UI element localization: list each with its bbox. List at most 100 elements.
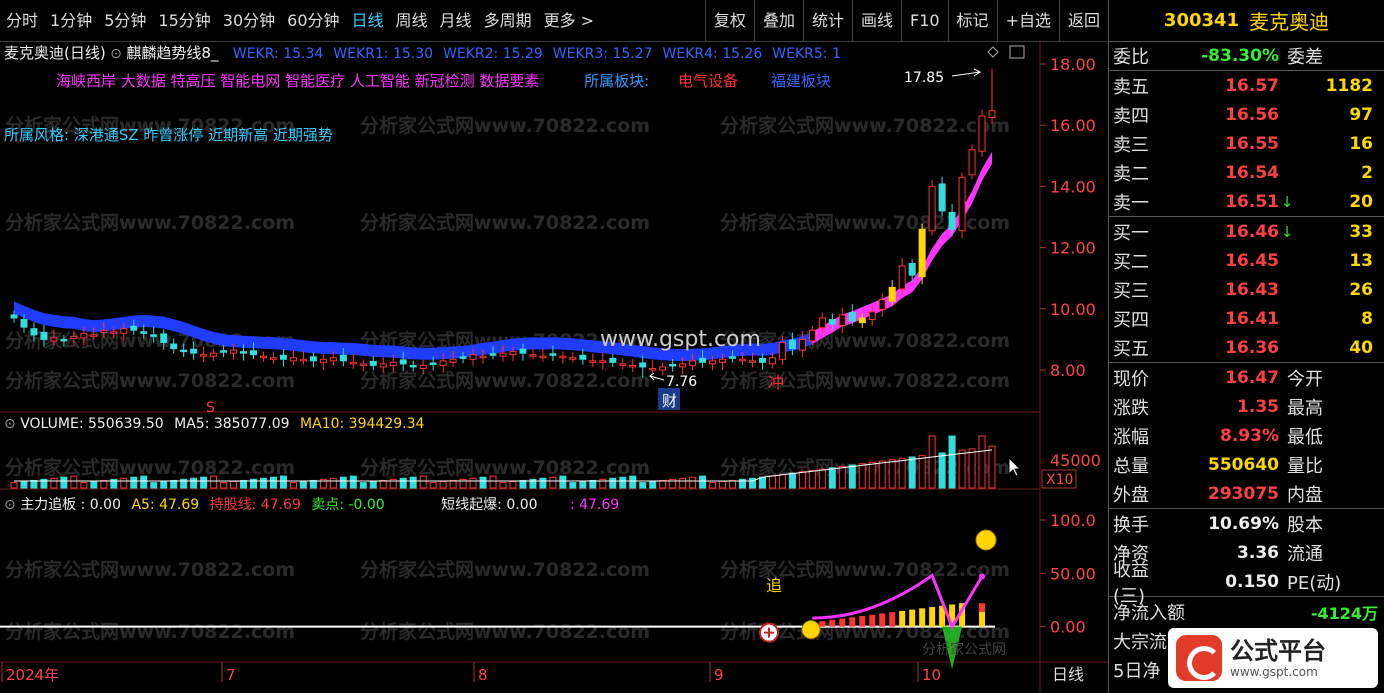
candle-body xyxy=(240,351,248,354)
watermark-text: 分析家公式网www.70822.com xyxy=(360,456,650,479)
timeframe-tab-2[interactable]: 5分钟 xyxy=(98,0,152,42)
volume-header: ⊙ VOLUME: 550639.50 MA5: 385077.09 MA10:… xyxy=(4,416,424,432)
timeframe-tab-1[interactable]: 1分钟 xyxy=(44,0,98,42)
volume-bar xyxy=(868,461,876,489)
watermark-text: 分析家公式网www.70822.com xyxy=(5,620,295,643)
concept-tags: 海峡西岸 大数据 特高压 智能电网 智能医疗 人工智能 新冠检测 数据要素 xyxy=(56,72,540,90)
volume-bar xyxy=(489,475,497,489)
sell-row-volume: 16 xyxy=(1349,133,1373,154)
tool-button-6[interactable]: +自选 xyxy=(996,0,1059,42)
quote-row-label: 总量 xyxy=(1113,455,1149,477)
candle-body xyxy=(599,360,607,363)
volume-bar xyxy=(160,481,168,489)
tool-button-4[interactable]: F10 xyxy=(900,0,948,42)
indicator-name: 麒麟趋势线8_ xyxy=(126,44,219,62)
candle-body xyxy=(858,317,866,324)
sell-row-2: 卖三 16.55 16 xyxy=(1109,129,1384,158)
timeframe-tab-10[interactable]: 更多 > xyxy=(538,0,601,42)
buy-row-volume: 8 xyxy=(1361,308,1373,329)
timeframe-tab-6[interactable]: 日线 xyxy=(346,0,390,42)
sell-row-4: 卖一 16.51 ↓ 20 xyxy=(1109,187,1384,216)
volume-bar xyxy=(439,481,447,489)
candle-body xyxy=(200,354,208,357)
timeframe-tab-3[interactable]: 15分钟 xyxy=(152,0,216,42)
candle-body xyxy=(329,357,337,362)
candle-body xyxy=(519,348,527,354)
volume-bar xyxy=(289,482,297,489)
sector-label: 所属板块: xyxy=(584,72,650,90)
volume-bar xyxy=(190,477,198,489)
volume-bar xyxy=(100,479,108,489)
candle-body xyxy=(349,361,357,365)
candle-body xyxy=(808,329,816,342)
indicator-bar xyxy=(899,610,906,627)
fund-row-value: 3.36 xyxy=(1237,542,1279,563)
volume-bar xyxy=(200,476,208,489)
weibi-label: 委比 xyxy=(1113,47,1149,68)
tool-button-2[interactable]: 统计 xyxy=(802,0,852,42)
tool-button-7[interactable]: 返回 xyxy=(1058,0,1108,42)
buy-row-volume: 26 xyxy=(1349,279,1373,300)
timeframe-tab-4[interactable]: 30分钟 xyxy=(217,0,281,42)
volume-bar xyxy=(659,479,667,489)
volume-bar xyxy=(379,479,387,489)
volume-bar xyxy=(838,465,846,489)
volume-unit-label: X10 xyxy=(1046,472,1073,488)
volume-bar xyxy=(549,476,557,489)
candle-body xyxy=(908,263,916,276)
candle-body xyxy=(60,338,68,342)
indicator-dropdown-icon[interactable]: ⊙ xyxy=(110,46,122,62)
quote-header: 300341 麦克奥迪 xyxy=(1109,0,1384,42)
volume-bar xyxy=(20,481,28,489)
candle-body xyxy=(80,332,88,339)
indicator-bar xyxy=(979,611,986,627)
quote-row-2: 涨幅 8.93% 最低 xyxy=(1109,421,1384,450)
buy-row-value: 16.46 xyxy=(1225,221,1279,242)
quote-row-value: 293075 xyxy=(1208,483,1279,504)
candle-body xyxy=(250,350,258,356)
timeframe-tab-8[interactable]: 月线 xyxy=(434,0,478,42)
buy-row-label: 买一 xyxy=(1113,222,1149,244)
candle-body xyxy=(40,331,48,340)
indicator-bar xyxy=(839,618,846,627)
tool-button-5[interactable]: 标记 xyxy=(947,0,997,42)
candle-body xyxy=(289,357,297,362)
candle-body xyxy=(938,183,946,212)
volume-bar xyxy=(619,476,627,489)
candle-body xyxy=(589,360,597,363)
zhui-signal: 追 xyxy=(766,576,782,595)
candle-body xyxy=(439,360,447,366)
candle-body xyxy=(319,358,327,363)
volume-bar xyxy=(429,482,437,489)
quote-row-3: 总量 550640 量比 xyxy=(1109,450,1384,479)
price-tick-label: 8.00 xyxy=(1050,361,1086,380)
cai-badge-label: 财 xyxy=(662,392,677,410)
timeframe-tab-7[interactable]: 周线 xyxy=(390,0,434,42)
volume-dropdown-icon[interactable]: ⊙ xyxy=(4,416,16,432)
candle-body xyxy=(509,351,517,356)
quote-row-4: 外盘 293075 内盘 xyxy=(1109,479,1384,508)
candle-body xyxy=(968,149,976,176)
candle-body xyxy=(709,360,717,365)
chart-area[interactable]: 分析家公式网www.70822.com 分析家公式网www.70822.com 分析… xyxy=(0,42,1108,693)
volume-bar xyxy=(309,479,317,489)
timeframe-tab-9[interactable]: 多周期 xyxy=(478,0,538,42)
tool-button-1[interactable]: 叠加 xyxy=(753,0,803,42)
candle-body xyxy=(978,115,986,152)
main-chart-header: 麦克奥迪(日线) ⊙ 麒麟趋势线8_ WEKR: 15.34 WEKR1: 15.… xyxy=(4,42,841,63)
watermark-text: 分析家公式网www.70822.com xyxy=(360,369,650,392)
volume-bar xyxy=(279,475,287,489)
tool-button-0[interactable]: 复权 xyxy=(704,0,754,42)
tool-button-3[interactable]: 画线 xyxy=(851,0,901,42)
volume-bar xyxy=(419,475,427,489)
watermark-text: 分析家公式网www.70822.com xyxy=(720,558,1010,581)
wekr-1: WEKR1: 15.30 xyxy=(333,46,434,62)
indicator-dropdown-icon[interactable]: ⊙ xyxy=(4,497,16,513)
timeframe-tab-0[interactable]: 分时 xyxy=(0,0,44,42)
watermark-text: 分析家公式网www.70822.com xyxy=(720,211,1010,234)
timeframe-tab-5[interactable]: 60分钟 xyxy=(281,0,345,42)
fund-row-value: 10.69% xyxy=(1208,513,1279,534)
volume-bar xyxy=(888,459,896,489)
gspt-logo-icon xyxy=(1176,635,1222,681)
candle-body xyxy=(848,311,856,322)
